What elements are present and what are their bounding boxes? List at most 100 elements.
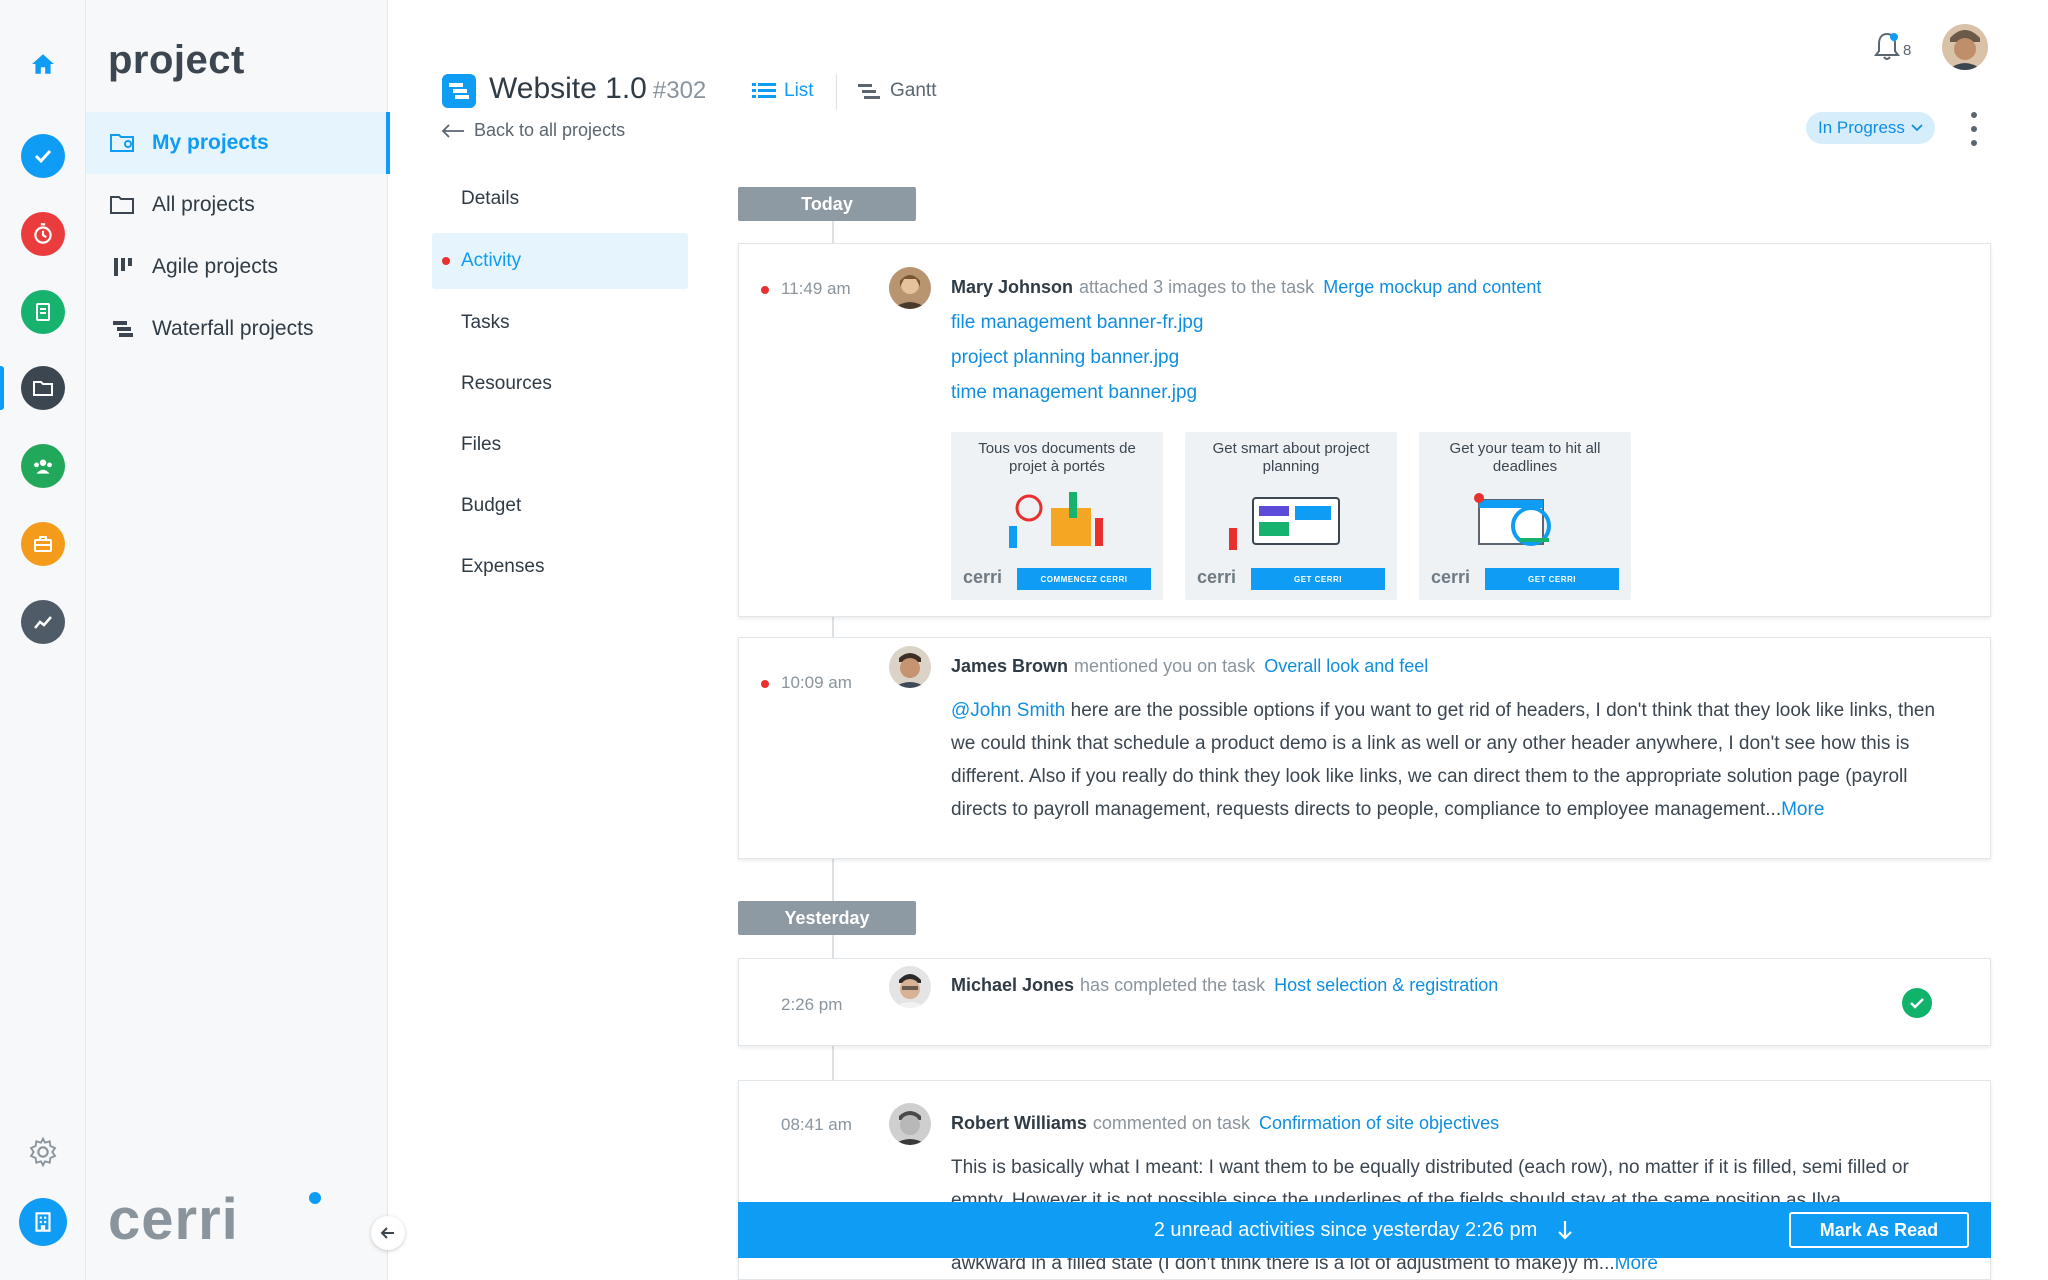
unread-dot (761, 680, 769, 688)
comment-line: This is basically what I meant: I want t… (951, 1157, 1909, 1178)
task-link[interactable]: Host selection & registration (1274, 975, 1498, 995)
activity-time: 11:49 am (781, 279, 851, 298)
project-sidebar: project My projects All projects Agile p… (86, 0, 390, 1280)
image-thumbnail[interactable]: Get smart about project planning cerri G… (1185, 432, 1397, 600)
activity-time: 2:26 pm (781, 995, 843, 1014)
home-icon[interactable] (21, 42, 65, 86)
arrow-left-icon (380, 1227, 394, 1239)
tab-label: List (784, 80, 814, 101)
analytics-icon[interactable] (21, 600, 65, 644)
user-name[interactable]: Robert Williams (951, 1113, 1087, 1133)
team-icon[interactable] (21, 444, 65, 488)
task-link[interactable]: Merge mockup and content (1323, 277, 1541, 297)
activity-headline: Michael Jones has completed the task Host… (951, 975, 1498, 996)
task-link[interactable]: Overall look and feel (1264, 656, 1428, 676)
subnav-expenses[interactable]: Expenses (432, 539, 688, 595)
nav-all-projects[interactable]: All projects (86, 174, 388, 236)
thumbnail-cta: COMMENCEZ CERRI (1017, 568, 1151, 590)
file-link[interactable]: file management banner-fr.jpg (951, 312, 1203, 334)
status-label: In Progress (1818, 118, 1905, 137)
nav-label: Agile projects (152, 255, 279, 278)
page-title: Website 1.0 #302 (489, 72, 706, 106)
document-icon[interactable] (21, 290, 65, 334)
project-name: Website 1.0 (489, 72, 647, 105)
mention-link[interactable]: @John Smith (951, 700, 1065, 721)
thumbnail-logo: cerri (1197, 567, 1237, 587)
image-thumbnail[interactable]: Tous vos documents de projet à portés ce… (951, 432, 1163, 600)
nav-my-projects[interactable]: My projects (86, 112, 390, 174)
subnav-details[interactable]: Details (432, 171, 688, 227)
briefcase-icon[interactable] (21, 522, 65, 566)
waterfall-icon (108, 316, 138, 342)
activity-card: 2:26 pm Michael Jones has completed the t… (738, 958, 1991, 1046)
user-name[interactable]: Mary Johnson (951, 277, 1073, 297)
illustration-icon (1229, 497, 1340, 550)
activity-action: commented on task (1092, 1113, 1250, 1133)
activity-time: 08:41 am (781, 1115, 852, 1134)
unread-banner[interactable]: 2 unread activities since yesterday 2:26… (738, 1202, 1991, 1258)
bell-icon (1874, 32, 1900, 60)
settings-icon[interactable] (21, 1130, 65, 1174)
thumbnail-cta: GET CERRI (1485, 568, 1619, 590)
file-link[interactable]: project planning banner.jpg (951, 347, 1179, 369)
mark-as-read-button[interactable]: Mark As Read (1789, 1212, 1969, 1248)
tasks-check-icon[interactable] (21, 134, 65, 178)
gantt-icon (858, 84, 880, 99)
timer-icon[interactable] (21, 212, 65, 256)
subnav-activity[interactable]: Activity (432, 233, 688, 289)
activity-action: mentioned you on task (1074, 656, 1256, 676)
user-name[interactable]: Michael Jones (951, 975, 1074, 995)
user-name[interactable]: James Brown (951, 656, 1068, 676)
logo-dot (309, 1192, 321, 1204)
thumbnail-logo: cerri (1431, 567, 1471, 587)
tab-list[interactable]: List (752, 80, 814, 102)
avatar[interactable] (1942, 24, 1988, 70)
day-label-yesterday: Yesterday (738, 901, 916, 935)
subnav-files[interactable]: Files (432, 417, 688, 473)
notification-count: 8 (1903, 42, 1912, 59)
completed-check-icon (1902, 988, 1932, 1018)
folder-icon[interactable] (21, 366, 65, 410)
subnav-resources[interactable]: Resources (432, 356, 688, 412)
section-title: project (108, 38, 245, 82)
more-options-icon[interactable] (1968, 112, 1980, 146)
arrow-left-icon (441, 123, 464, 138)
unread-summary[interactable]: 2 unread activities since yesterday 2:26… (1154, 1219, 1576, 1242)
subnav-tasks[interactable]: Tasks (432, 295, 688, 351)
avatar (889, 267, 931, 309)
list-icon (752, 83, 776, 98)
back-label: Back to all projects (474, 120, 626, 140)
file-link[interactable]: time management banner.jpg (951, 382, 1197, 404)
chevron-down-icon (1911, 124, 1923, 132)
more-link[interactable]: More (1781, 799, 1824, 820)
unread-dot (761, 286, 769, 294)
nav-waterfall-projects[interactable]: Waterfall projects (86, 298, 388, 360)
agile-icon (108, 254, 138, 280)
tab-label: Gantt (890, 80, 937, 101)
activity-action: has completed the task (1080, 975, 1266, 995)
project-number: #302 (652, 77, 707, 104)
building-icon[interactable] (19, 1198, 67, 1246)
nav-agile-projects[interactable]: Agile projects (86, 236, 388, 298)
subnav-budget[interactable]: Budget (432, 478, 688, 534)
avatar (889, 646, 931, 688)
image-thumbnail[interactable]: Get your team to hit all deadlines cerri… (1419, 432, 1631, 600)
avatar (889, 1103, 931, 1145)
activity-time: 10:09 am (781, 673, 852, 692)
thumbnail-caption: Tous vos documents de projet à portés (978, 440, 1136, 475)
task-link[interactable]: Confirmation of site objectives (1259, 1113, 1499, 1133)
back-link[interactable]: Back to all projects (440, 120, 625, 141)
tab-gantt[interactable]: Gantt (858, 80, 936, 102)
activity-action: attached 3 images to the task (1079, 277, 1315, 297)
collapse-sidebar-button[interactable] (371, 1216, 405, 1250)
day-label-today: Today (738, 187, 916, 221)
illustration-icon (1009, 492, 1103, 548)
unread-text: 2 unread activities since yesterday 2:26… (1153, 1218, 1538, 1241)
status-dropdown[interactable]: In Progress (1806, 112, 1935, 144)
thumbnail-caption: Get your team to hit all deadlines (1449, 440, 1601, 475)
activity-headline: James Brown mentioned you on task Overall… (951, 656, 1428, 677)
activity-headline: Mary Johnson attached 3 images to the tas… (951, 277, 1541, 298)
notifications-button[interactable] (1872, 30, 1902, 67)
activity-card: 10:09 am James Brown mentioned you on tas… (738, 637, 1991, 859)
arrow-down-icon (1558, 1221, 1573, 1240)
